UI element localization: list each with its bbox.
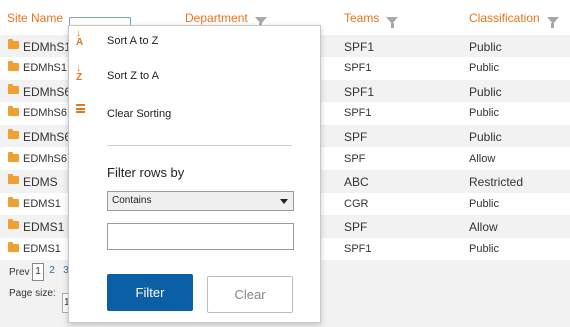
site-name-cell: EDMS1 <box>23 242 61 255</box>
filter-operator-select[interactable]: Contains <box>107 191 294 211</box>
teams-cell: SPF <box>344 220 368 235</box>
filter-icon[interactable] <box>546 16 559 28</box>
folder-icon <box>8 196 19 207</box>
column-header-teams[interactable]: Teams <box>344 11 399 28</box>
page-1-link[interactable]: 1 <box>32 263 44 281</box>
site-name-cell: EDMS1 <box>23 220 65 235</box>
folder-icon <box>8 151 19 162</box>
folder-icon <box>8 38 19 49</box>
column-title: Site Name <box>7 11 64 25</box>
classification-cell: Public <box>469 62 499 75</box>
column-filter-popup: ↓ A Sort A to Z ↓ Z Sort Z to A Clear Sort… <box>68 25 321 323</box>
classification-cell: Allow <box>469 152 496 165</box>
filter-value-input[interactable] <box>107 223 294 250</box>
column-header-site-name[interactable]: Site Name <box>7 11 63 25</box>
folder-icon <box>8 241 19 252</box>
filter-button[interactable]: Filter <box>107 274 193 311</box>
teams-cell: SPF1 <box>344 62 372 75</box>
teams-cell: SPF1 <box>344 39 375 54</box>
filter-icon[interactable] <box>254 16 267 28</box>
site-name-cell: EDMhS6 <box>23 84 72 99</box>
site-name-cell: EDMhS1 <box>23 62 68 75</box>
column-title: Classification <box>469 11 540 25</box>
sort-ascending-icon: ↓ A <box>76 28 84 48</box>
classification-cell: Restricted <box>469 175 524 190</box>
page-2-link[interactable]: 2 <box>46 263 58 281</box>
clear-sort-icon <box>76 104 85 113</box>
folder-icon <box>8 219 19 230</box>
classification-cell: Public <box>469 107 499 120</box>
menu-divider <box>107 145 292 146</box>
classification-cell: Public <box>469 129 502 144</box>
classification-cell: Allow <box>469 220 498 235</box>
teams-cell: SPF <box>344 152 366 165</box>
prev-page-link[interactable]: Prev <box>9 267 30 278</box>
filter-icon[interactable] <box>386 16 399 28</box>
site-name-cell: EDMhS1 <box>23 39 72 54</box>
folder-icon <box>8 174 19 185</box>
column-header-department[interactable]: Department <box>185 11 267 28</box>
teams-cell: SPF1 <box>344 84 375 99</box>
site-name-cell: EDMhS6 <box>23 129 72 144</box>
classification-cell: Public <box>469 197 499 210</box>
site-name-cell: EDMhS6 <box>23 107 68 120</box>
column-title: Department <box>185 11 248 25</box>
folder-icon <box>8 83 19 94</box>
column-title: Teams <box>344 11 380 25</box>
sort-z-to-a-item[interactable]: ↓ Z Sort Z to A <box>69 64 319 88</box>
folder-icon <box>8 106 19 117</box>
clear-sorting-item[interactable]: Clear Sorting <box>69 102 319 126</box>
site-name-cell: EDMS1 <box>23 197 61 210</box>
teams-cell: CGR <box>344 197 369 210</box>
filter-operator-value: Contains <box>112 195 152 206</box>
page-size-label: Page size: <box>9 288 56 299</box>
classification-cell: Public <box>469 84 502 99</box>
chevron-down-icon <box>280 199 288 204</box>
column-header-classification[interactable]: Classification <box>469 11 559 28</box>
folder-icon <box>8 128 19 139</box>
teams-cell: ABC <box>344 175 369 190</box>
folder-icon <box>8 61 19 72</box>
site-name-cell: EDMhS6 <box>23 152 68 165</box>
site-name-cell: EDMS <box>23 175 58 190</box>
teams-cell: SPF1 <box>344 242 372 255</box>
sort-a-to-z-item[interactable]: ↓ A Sort A to Z <box>69 29 319 53</box>
classification-cell: Public <box>469 39 502 54</box>
teams-cell: SPF1 <box>344 107 372 120</box>
sort-descending-icon: ↓ Z <box>76 63 83 83</box>
teams-cell: SPF <box>344 129 368 144</box>
clear-button[interactable]: Clear <box>207 276 293 313</box>
filter-rows-label: Filter rows by <box>107 165 185 180</box>
classification-cell: Public <box>469 242 499 255</box>
